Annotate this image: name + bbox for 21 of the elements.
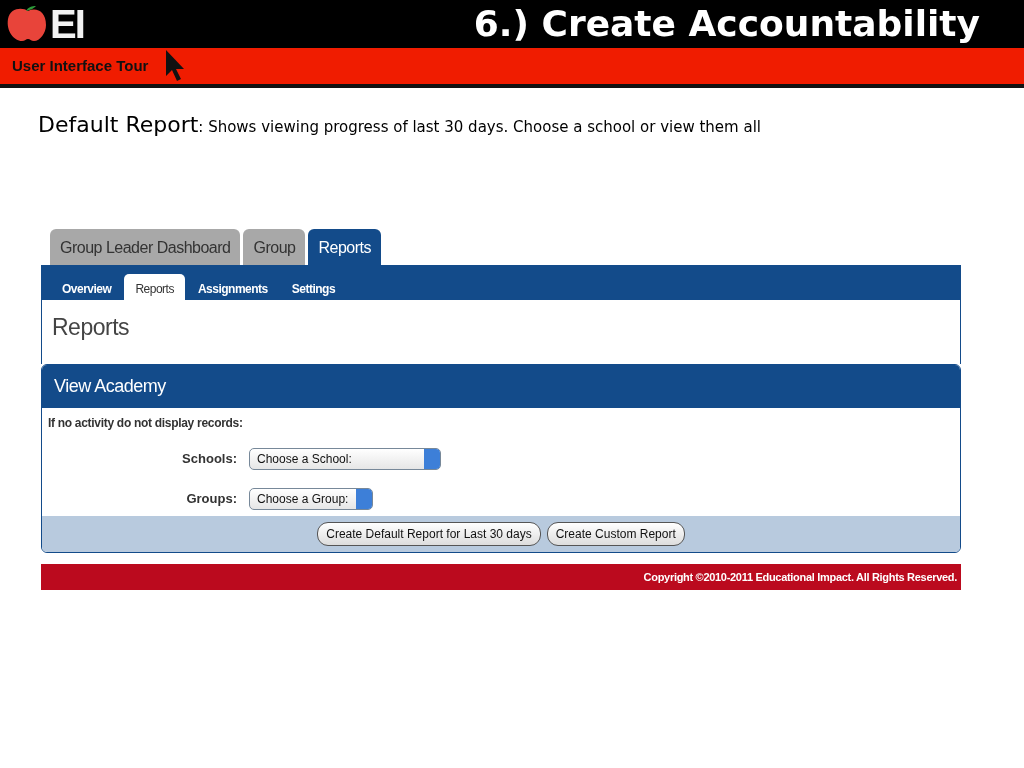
page-title: Reports bbox=[51, 313, 131, 342]
report-button[interactable]: Create Custom Report bbox=[546, 522, 685, 546]
note-text: If no activity do not display records: bbox=[47, 415, 244, 432]
section-title: View Academy bbox=[42, 365, 960, 408]
logo-text: EI bbox=[50, 4, 84, 44]
dropdown[interactable]: Choose a School: bbox=[249, 448, 441, 470]
sub-tab[interactable]: Assignments bbox=[186, 274, 279, 300]
banner-text: User Interface Tour bbox=[12, 55, 149, 76]
sub-tab[interactable]: Reports bbox=[124, 274, 185, 300]
dropdown[interactable]: Choose a Group: bbox=[249, 488, 374, 510]
field-label: Schools: bbox=[181, 450, 238, 469]
tab[interactable]: Reports bbox=[308, 229, 381, 265]
field-label: Groups: bbox=[185, 490, 238, 509]
copyright-text: Copyright ©2010-2011 Educational Impact. All Rights Reserved. bbox=[643, 569, 957, 585]
report-button[interactable]: Create Default Report for Last 30 days bbox=[317, 522, 541, 546]
slide-title: 6.) Create Accountability bbox=[473, 2, 980, 46]
sub-tab[interactable]: Settings bbox=[280, 274, 347, 300]
tab[interactable]: Group Leader Dashboard bbox=[50, 229, 241, 265]
tab[interactable]: Group bbox=[243, 229, 306, 265]
heading-text: Default Report: Shows viewing progress of last 30 days. Choose a school or view them all bbox=[38, 117, 761, 136]
sub-tab[interactable]: Overview bbox=[51, 274, 123, 300]
